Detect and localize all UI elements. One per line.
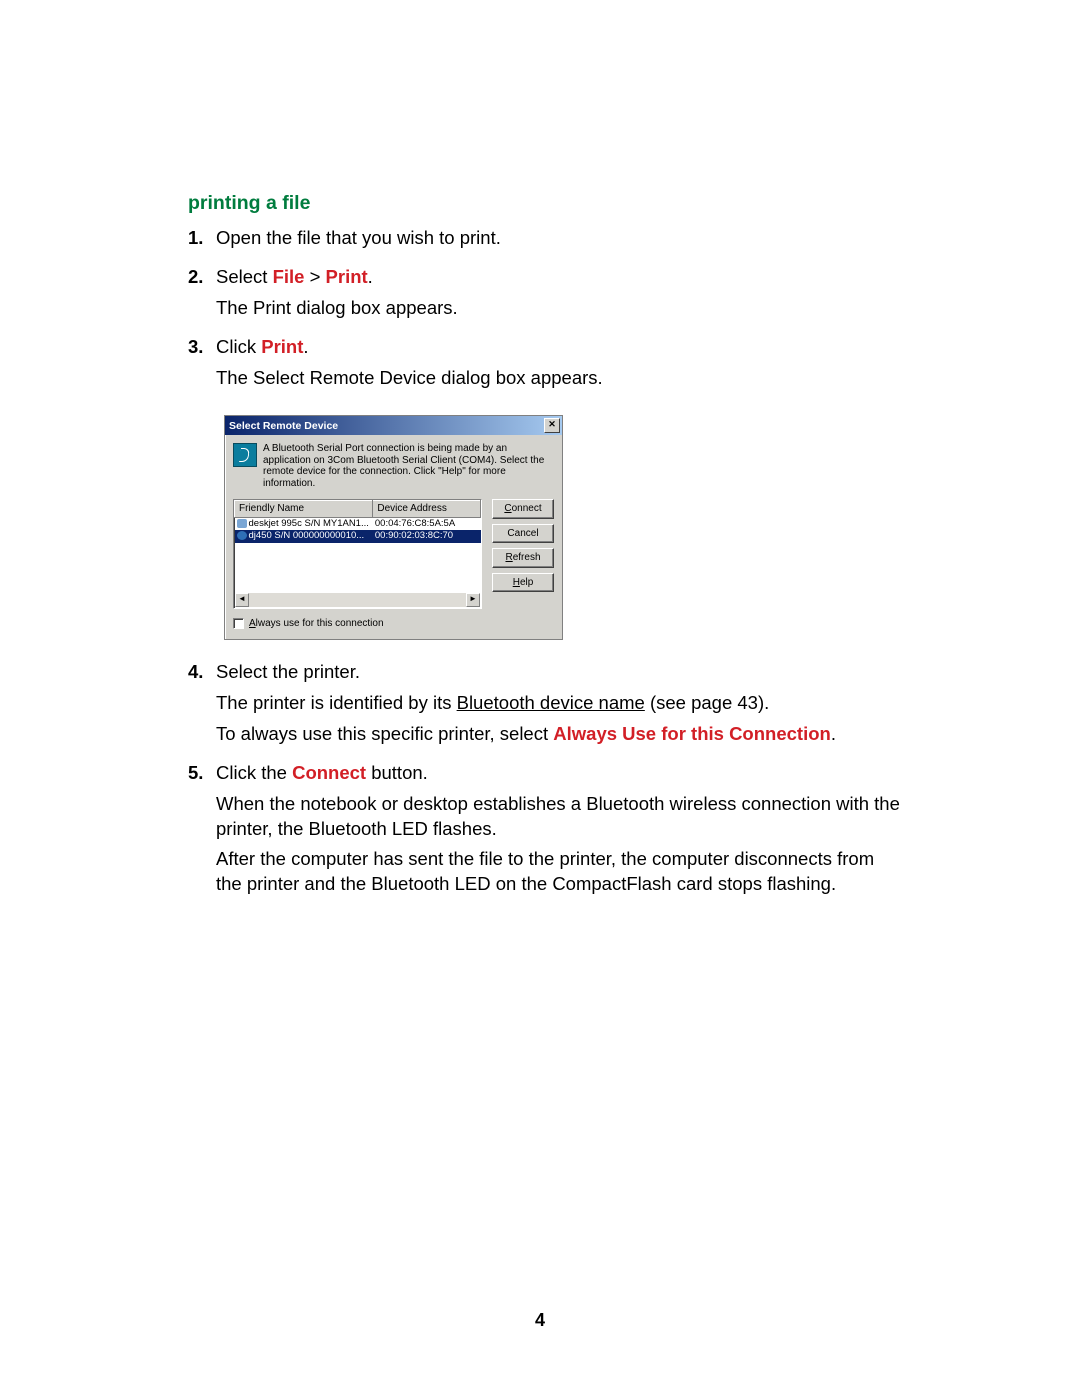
dialog-titlebar: Select Remote Device✕ [225,416,562,435]
text: . [303,336,308,357]
text: (see page 43). [645,692,769,713]
step-line: After the computer has sent the file to … [216,847,904,897]
text: button. [366,762,428,783]
text: The Select Remote Device dialog box appe… [216,367,603,388]
text: To always use this specific printer, sel… [216,723,553,744]
refresh-button[interactable]: Refresh [492,548,554,568]
text: > [304,266,325,287]
text: The Print dialog box appears. [216,297,458,318]
document-page: printing a file 1.Open the file that you… [0,0,1080,1397]
device-name-cell: deskjet 995c S/N MY1AN1... [235,517,373,530]
printer-icon [237,519,247,528]
device-address-cell: 00:04:76:C8:5A:5A [373,517,481,530]
device-address-cell: 00:90:02:03:8C:70 [373,530,481,543]
close-icon[interactable]: ✕ [544,418,560,433]
horizontal-scrollbar[interactable]: ◄► [235,593,480,607]
scroll-right-icon[interactable]: ► [466,593,480,607]
dialog-screenshot: Select Remote Device✕ A Bluetooth Serial … [224,415,904,640]
step-body: Open the file that you wish to print. [216,226,904,257]
table-row[interactable]: dj450 S/N 000000000010...00:90:02:03:8C:… [235,530,481,543]
step-line: Select the printer. [216,660,904,685]
select-remote-device-dialog: Select Remote Device✕ A Bluetooth Serial … [224,415,563,640]
text: Open the file that you wish to print. [216,227,501,248]
column-header-name[interactable]: Friendly Name [235,501,373,518]
scroll-left-icon[interactable]: ◄ [235,593,249,607]
cancel-button[interactable]: Cancel [492,524,554,544]
text: Print [326,266,368,287]
step-body: Select the printer. The printer is identi… [216,660,904,753]
help-button[interactable]: Help [492,573,554,593]
device-list-column: Friendly NameDevice Addressdeskjet 995c … [233,499,482,631]
dialog-content: Friendly NameDevice Addressdeskjet 995c … [233,499,554,631]
text: . [368,266,373,287]
text: Connect [292,762,366,783]
text: Always Use for this Connection [553,723,831,744]
info-text: A Bluetooth Serial Port connection is be… [263,443,554,489]
section-heading: printing a file [188,190,904,216]
step-body: Click Print. The Select Remote Device dia… [216,335,904,397]
step-number: 4. [188,660,216,753]
step-line: The printer is identified by its Bluetoo… [216,691,904,716]
page-number: 4 [0,1308,1080,1332]
step-number: 3. [188,335,216,397]
text: The printer is identified by its [216,692,457,713]
text: Click [216,336,261,357]
dialog-container: Select Remote Device✕ A Bluetooth Serial … [188,415,904,640]
step-line: Click the Connect button. [216,761,904,786]
step-line: The Select Remote Device dialog box appe… [216,366,904,391]
step-line: Click Print. [216,335,904,360]
text: Click the [216,762,292,783]
link-text[interactable]: Bluetooth device name [457,692,645,713]
text: Select the printer. [216,661,360,682]
step-item: 2.Select File > Print. The Print dialog b… [188,265,904,327]
device-name-cell: dj450 S/N 000000000010... [235,530,373,543]
device-ball-icon [237,531,247,540]
text: File [273,266,305,287]
info-row: A Bluetooth Serial Port connection is be… [233,443,554,489]
step-number: 2. [188,265,216,327]
step-item: 4.Select the printer. The printer is iden… [188,660,904,753]
dialog-body: A Bluetooth Serial Port connection is be… [225,435,562,639]
device-listbox[interactable]: Friendly NameDevice Addressdeskjet 995c … [233,499,482,609]
step-number: 5. [188,761,216,904]
text: . [831,723,836,744]
step-body: Select File > Print. The Print dialog box… [216,265,904,327]
step-item: 1.Open the file that you wish to print. [188,226,904,257]
step-item: 5.Click the Connect button. When the note… [188,761,904,904]
step-line: To always use this specific printer, sel… [216,722,904,747]
steps-list: 1.Open the file that you wish to print.2… [188,226,904,903]
step-line: Open the file that you wish to print. [216,226,904,251]
step-number: 1. [188,226,216,257]
connect-button[interactable]: Connect [492,499,554,519]
checkbox-label: Always use for this connection [249,617,384,631]
step-line: The Print dialog box appears. [216,296,904,321]
text: When the notebook or desktop establishes… [216,793,900,839]
step-body: Click the Connect button. When the notebo… [216,761,904,904]
bluetooth-icon [233,443,257,467]
column-header-address[interactable]: Device Address [373,501,481,518]
dialog-title: Select Remote Device [229,419,544,433]
table-row[interactable]: deskjet 995c S/N MY1AN1...00:04:76:C8:5A… [235,517,481,530]
button-column: Connect Cancel Refresh Help [492,499,554,631]
text: Select [216,266,273,287]
text: Print [261,336,303,357]
checkbox-icon[interactable] [233,618,244,629]
always-use-checkbox-row[interactable]: Always use for this connection [233,617,482,631]
step-line: Select File > Print. [216,265,904,290]
text: After the computer has sent the file to … [216,848,874,894]
step-line: When the notebook or desktop establishes… [216,792,904,842]
step-item: 3.Click Print. The Select Remote Device d… [188,335,904,397]
